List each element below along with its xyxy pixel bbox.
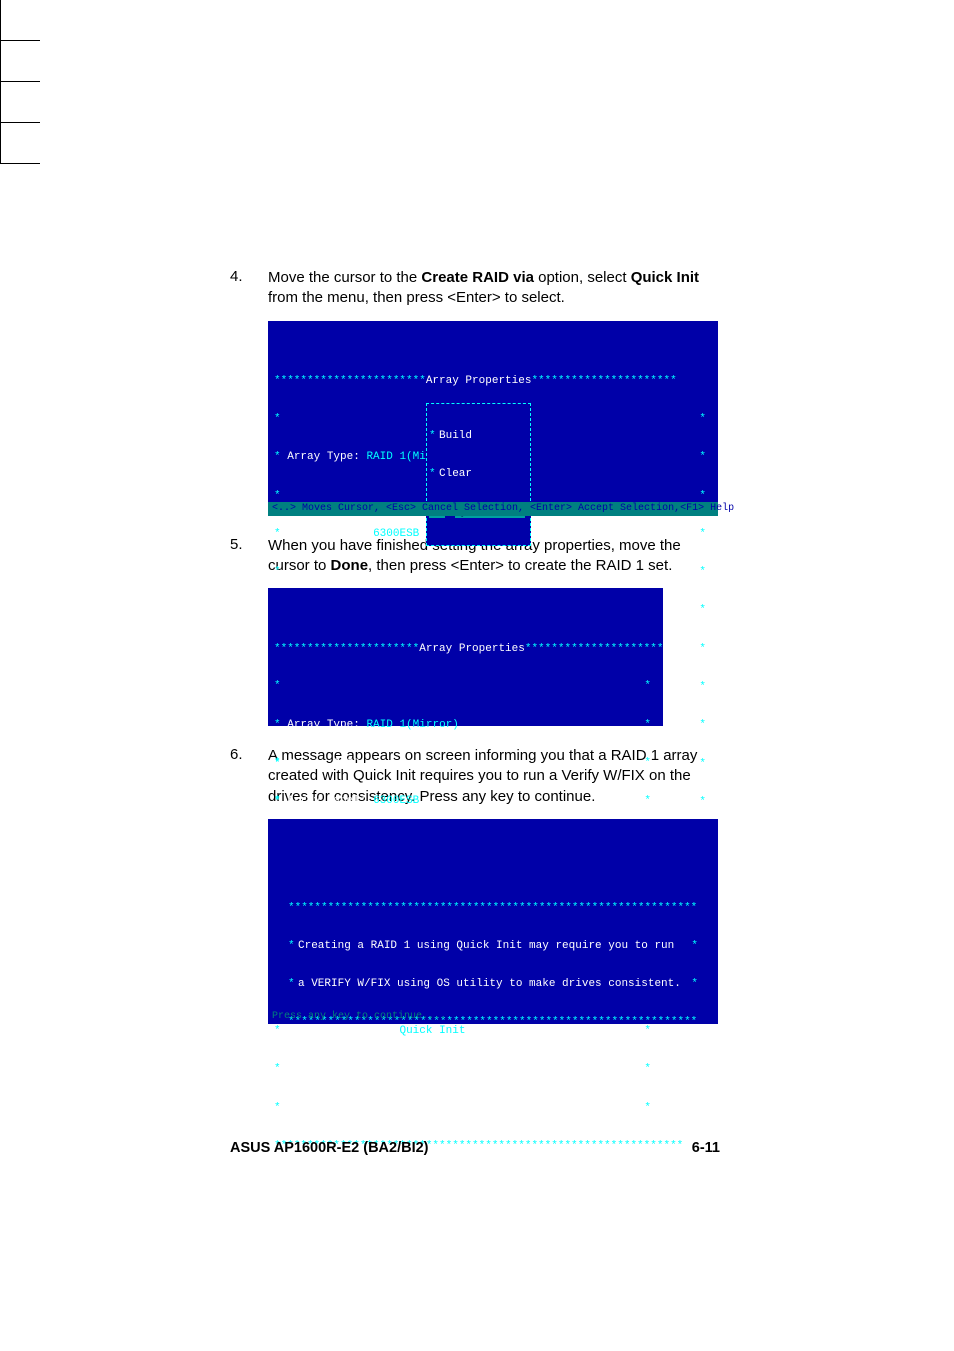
submenu-clear[interactable]: Clear	[439, 468, 472, 481]
page-content: 4. Move the cursor to the Create RAID vi…	[230, 268, 720, 1044]
terminal-footer-hints: <..> Moves Cursor, <Esc> Cancel Selectio…	[268, 502, 718, 516]
done-button[interactable]: [Done]	[429, 1102, 469, 1114]
message-line-2: a VERIFY W/FIX using OS utility to make …	[298, 978, 688, 991]
step-number: 4.	[230, 268, 268, 309]
press-any-key-prompt[interactable]: Press any key to continue....	[268, 1010, 718, 1024]
step-number: 5.	[230, 536, 268, 577]
terminal-screenshot-3: ****************************************…	[268, 819, 718, 1024]
step-4: 4. Move the cursor to the Create RAID vi…	[230, 268, 720, 309]
step-text: Move the cursor to the Create RAID via o…	[268, 268, 720, 309]
footer-model: ASUS AP1600R-E2 (BA2/BI2)	[230, 1140, 429, 1156]
terminal-screenshot-2: **********************Array Properties**…	[268, 588, 663, 726]
submenu-build[interactable]: Build	[439, 430, 472, 443]
terminal-screenshot-1: ***********************Array Properties*…	[268, 321, 718, 516]
page-footer: ASUS AP1600R-E2 (BA2/BI2) 6-11	[230, 1140, 720, 1156]
footer-page-number: 6-11	[692, 1140, 720, 1156]
step-number: 6.	[230, 746, 268, 807]
create-raid-submenu: * Build * Clear [D* Quick Init	[426, 403, 531, 546]
message-line-1: Creating a RAID 1 using Quick Init may r…	[298, 940, 688, 953]
